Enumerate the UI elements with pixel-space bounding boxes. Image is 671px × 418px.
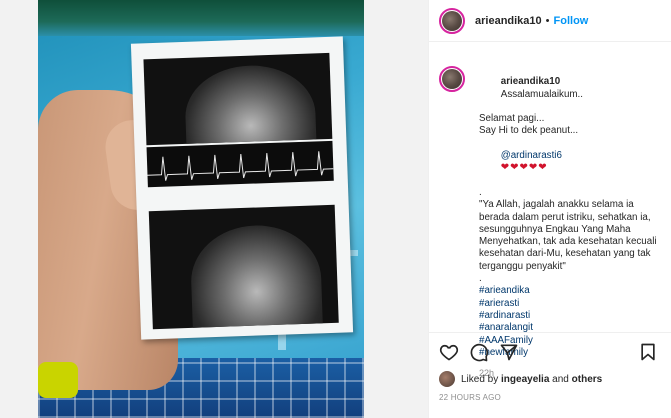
heart-icon[interactable] <box>439 342 459 362</box>
ultrasound-image-top <box>143 52 333 146</box>
post-header: arieandika10 • Follow <box>429 0 671 42</box>
mention-link[interactable]: @ardinarasti6 <box>501 150 562 161</box>
liked-by-and: and <box>552 373 569 385</box>
posted-time[interactable]: 22 HOURS AGO <box>439 393 662 402</box>
likes-row: Liked by ingeayelia and others <box>439 371 662 387</box>
caption-text: arieandika10 Assalamualaikum.. Selamat p… <box>479 64 662 378</box>
bracelet <box>38 362 78 398</box>
ultrasound-printout <box>130 36 354 340</box>
follow-button[interactable]: Follow <box>554 15 589 27</box>
caption-dot: . <box>479 186 482 198</box>
bookmark-icon[interactable] <box>638 342 658 362</box>
ultrasound-image-bottom <box>148 204 339 330</box>
hashtag-link[interactable]: #ardinarasti <box>479 310 662 322</box>
avatar[interactable] <box>439 7 465 34</box>
caption-avatar[interactable] <box>439 66 465 92</box>
caption-first-line: Assalamualaikum.. <box>500 88 583 100</box>
post-sidebar: arieandika10 • Follow arieandika10 Assal… <box>428 0 671 418</box>
caption-quote: "Ya Allah, jagalah anakku selama ia bera… <box>479 199 660 272</box>
heartbeat-waveform <box>146 140 334 188</box>
post-photo[interactable] <box>0 0 428 418</box>
liked-by-prefix: Liked by <box>461 373 499 385</box>
header-username[interactable]: arieandika10 <box>475 15 542 27</box>
share-icon[interactable] <box>499 342 519 362</box>
hearts-emoji: ❤❤❤❤❤ <box>500 162 548 174</box>
liker-avatar[interactable] <box>439 371 455 387</box>
separator-dot: • <box>545 14 550 27</box>
hashtag-link[interactable]: #arieandika <box>479 285 662 297</box>
pool-edge <box>38 0 364 36</box>
caption-dot: . <box>479 273 482 285</box>
caption-line: Selamat pagi... <box>479 113 545 125</box>
comment-icon[interactable] <box>469 342 489 362</box>
caption-line: Say Hi to dek peanut... <box>479 125 579 137</box>
caption-block: arieandika10 Assalamualaikum.. Selamat p… <box>429 56 671 378</box>
liked-by-others[interactable]: others <box>572 374 603 385</box>
liked-by-user[interactable]: ingeayelia <box>501 374 549 385</box>
caption-username[interactable]: arieandika10 <box>501 76 560 87</box>
photo-scene <box>38 0 364 418</box>
hashtag-link[interactable]: #arierasti <box>479 298 662 310</box>
action-icons <box>439 341 662 363</box>
actions-bar: Liked by ingeayelia and others 22 HOURS … <box>429 332 671 402</box>
